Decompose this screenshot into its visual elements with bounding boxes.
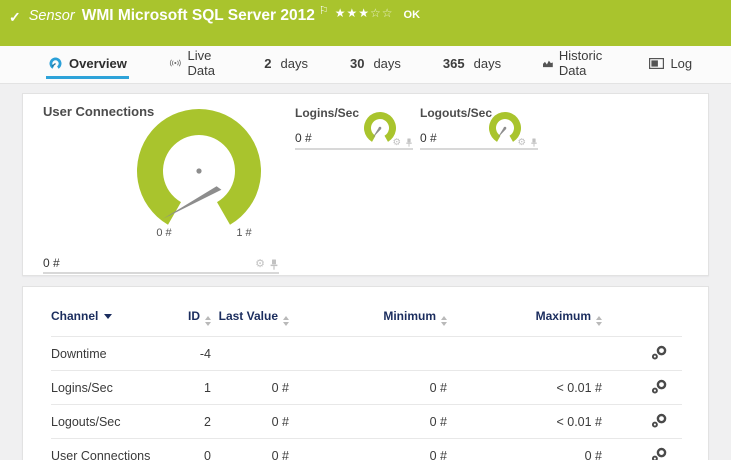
column-header-maximum[interactable]: Maximum: [447, 305, 602, 337]
tab-label: days: [373, 55, 401, 71]
pin-icon[interactable]: [269, 259, 279, 270]
column-header-minimum[interactable]: Minimum: [289, 305, 447, 337]
tab-historic-data[interactable]: Historic Data: [541, 48, 609, 79]
channel-id: 1: [166, 370, 211, 405]
channel-last-value: 0 #: [211, 404, 289, 439]
channel-minimum: 0 #: [289, 370, 447, 405]
tab-label: days: [280, 55, 308, 71]
channel-maximum: 0 #: [447, 438, 602, 460]
sensor-title: WMI Microsoft SQL Server 2012: [81, 7, 315, 24]
sensor-status-badge: OK: [403, 9, 421, 21]
channel-minimum: [289, 336, 447, 371]
channel-name: User Connections: [51, 438, 166, 460]
pin-icon[interactable]: [405, 138, 413, 147]
tab-label: days: [473, 55, 502, 71]
table-row-downtime: Downtime -4: [51, 336, 682, 371]
gauge-scale: 0 # 1 #: [134, 227, 264, 241]
tab-bar: Overview Live Data 2 days 30 days 365 da…: [0, 46, 731, 84]
channel-settings-icon[interactable]: [651, 379, 668, 394]
table-row-user-connections: User Connections 0 0 # 0 # 0 #: [51, 438, 682, 460]
column-header-actions: [602, 305, 682, 337]
channel-settings-icon[interactable]: [651, 413, 668, 428]
gear-icon[interactable]: ⚙: [517, 137, 526, 148]
gauges-panel: User Connections 0 # 1 # 0 # ⚙ Logins/Se…: [22, 93, 709, 276]
channel-id: 2: [166, 404, 211, 439]
logins-gauge-section: Logins/Sec 0 # ⚙: [295, 104, 413, 150]
tab-overview[interactable]: Overview: [46, 50, 129, 79]
sort-icon: [441, 316, 447, 326]
broadcast-icon: [169, 59, 181, 67]
gauge-current-value: 0 #: [420, 131, 437, 145]
gauge-current-value: 0 #: [43, 256, 60, 270]
channel-maximum: < 0.01 #: [447, 404, 602, 439]
sensor-titlebar: ✓ Sensor WMI Microsoft SQL Server 2012 ⚐…: [0, 0, 731, 46]
channels-table: Channel ID Last Value Minimum Maximum Do…: [51, 305, 682, 460]
user-connections-gauge[interactable]: [134, 108, 264, 230]
channel-name: Downtime: [51, 336, 166, 371]
gauge-scale-max: 1 #: [236, 227, 252, 239]
tab-2-days[interactable]: 2 days: [262, 50, 310, 79]
tab-365-days[interactable]: 365 days: [441, 50, 503, 79]
channel-id: -4: [166, 336, 211, 371]
sort-caret-icon: [104, 314, 113, 319]
chart-icon: [543, 60, 553, 67]
channel-settings-icon[interactable]: [651, 345, 668, 360]
star-filled-icons[interactable]: ★★★: [335, 6, 370, 20]
pin-icon[interactable]: [530, 138, 538, 147]
tab-live-data[interactable]: Live Data: [167, 48, 224, 79]
tab-log[interactable]: Log: [647, 50, 694, 79]
column-header-channel[interactable]: Channel: [51, 305, 166, 337]
logouts-gauge-section: Logouts/Sec 0 # ⚙: [420, 104, 538, 150]
gauge-scale-min: 0 #: [156, 227, 172, 239]
star-empty-icons[interactable]: ☆☆: [370, 6, 394, 20]
tab-label: Overview: [69, 55, 127, 71]
gauge-icon: [49, 57, 62, 69]
object-kind-label: Sensor: [28, 8, 75, 24]
log-icon: [649, 57, 665, 69]
channel-minimum: 0 #: [289, 438, 447, 460]
channel-last-value: 0 #: [211, 438, 289, 460]
table-row-logouts-sec: Logouts/Sec 2 0 # 0 # < 0.01 #: [51, 404, 682, 439]
channel-name: Logins/Sec: [51, 370, 166, 405]
gear-icon[interactable]: ⚙: [255, 259, 265, 270]
sort-icon: [205, 316, 211, 326]
column-header-id[interactable]: ID: [166, 305, 211, 337]
column-header-last-value[interactable]: Last Value: [211, 305, 289, 337]
channel-last-value: [211, 336, 289, 371]
table-row-logins-sec: Logins/Sec 1 0 # 0 # < 0.01 #: [51, 370, 682, 405]
sort-icon: [283, 316, 289, 326]
status-ok-check-icon: ✓: [9, 9, 21, 25]
tab-days-number: 30: [349, 55, 365, 71]
tab-label: Historic Data: [558, 48, 603, 78]
channel-maximum: [447, 336, 602, 371]
channel-maximum: < 0.01 #: [447, 370, 602, 405]
gear-icon[interactable]: ⚙: [392, 137, 401, 148]
tab-label: Live Data: [187, 48, 215, 78]
sort-icon: [596, 316, 602, 326]
tab-label: Log: [670, 55, 693, 71]
channel-id: 0: [166, 438, 211, 460]
tab-days-number: 365: [442, 55, 465, 71]
channel-last-value: 0 #: [211, 370, 289, 405]
gauge-current-value: 0 #: [295, 131, 312, 145]
channel-minimum: 0 #: [289, 404, 447, 439]
overview-content: User Connections 0 # 1 # 0 # ⚙ Logins/Se…: [0, 84, 731, 460]
flag-icon[interactable]: ⚐: [319, 4, 329, 17]
tab-30-days[interactable]: 30 days: [348, 50, 403, 79]
user-connections-gauge-section: User Connections 0 # 1 # 0 # ⚙: [43, 102, 279, 274]
channel-settings-icon[interactable]: [651, 447, 668, 460]
priority-stars[interactable]: ★★★☆☆: [335, 6, 394, 20]
channel-name: Logouts/Sec: [51, 404, 166, 439]
tab-days-number: 2: [264, 55, 272, 71]
channels-table-panel: Channel ID Last Value Minimum Maximum Do…: [22, 286, 709, 460]
